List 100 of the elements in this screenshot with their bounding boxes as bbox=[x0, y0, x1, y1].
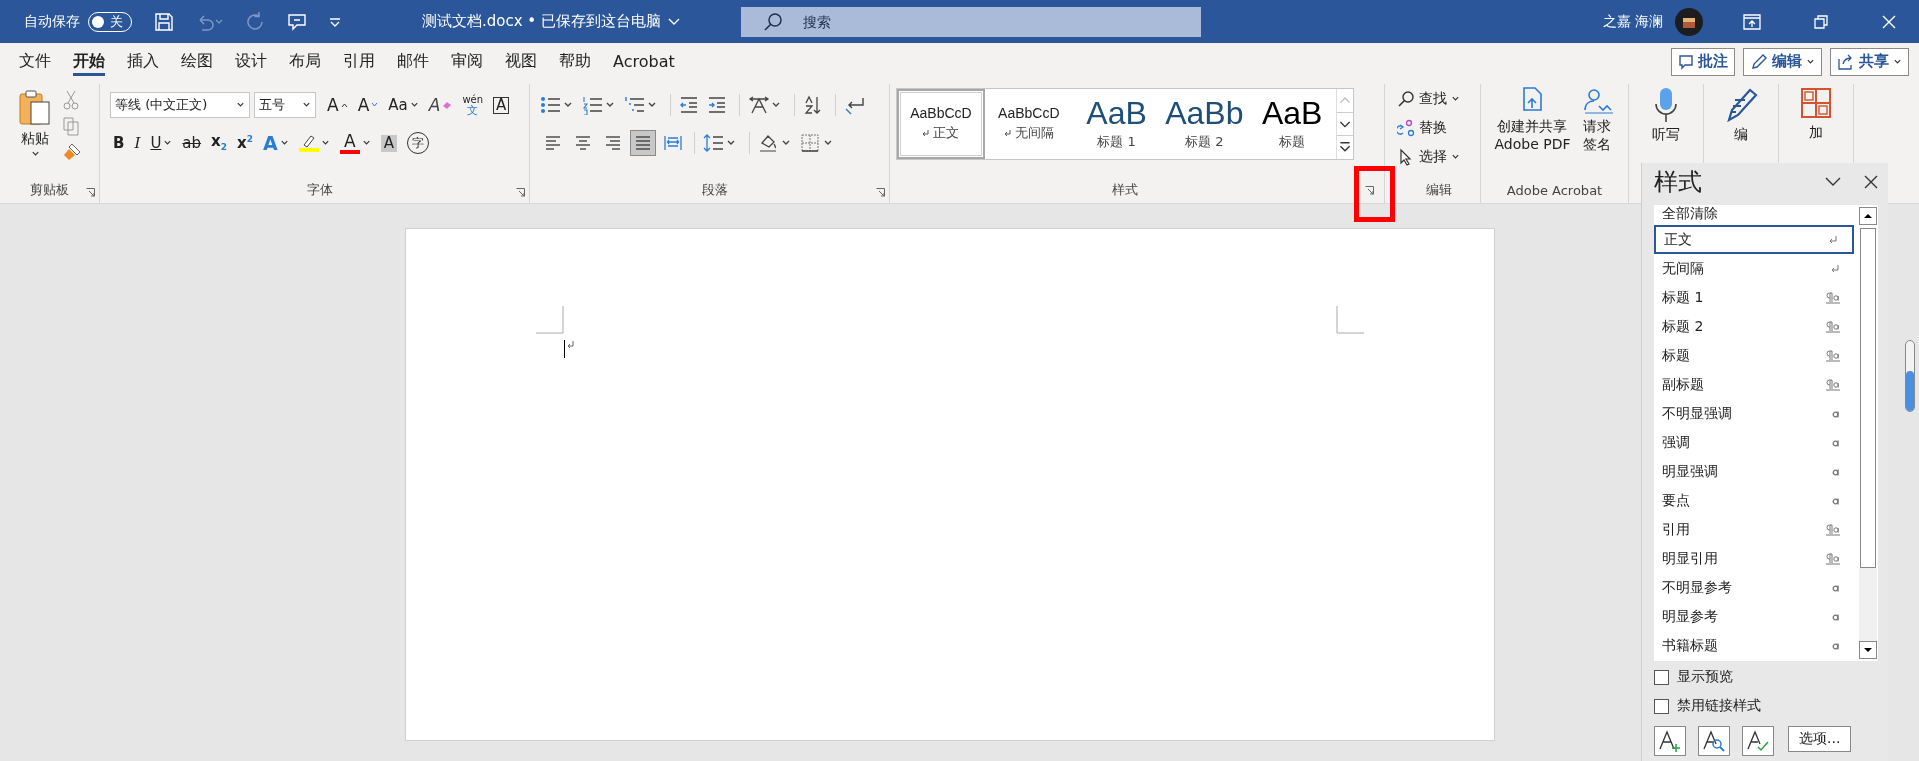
sign-button[interactable]: 请求签名 bbox=[1580, 86, 1615, 153]
bullet-list-icon[interactable] bbox=[540, 95, 574, 115]
menu-tab[interactable]: 设计 bbox=[224, 43, 278, 80]
search-input[interactable]: 搜索 bbox=[801, 12, 1105, 31]
font-name-dropdown[interactable]: 等线 (中文正文) bbox=[110, 92, 250, 118]
style-tile[interactable]: AaB 标题 bbox=[1248, 89, 1336, 159]
decrease-indent-icon[interactable] bbox=[679, 95, 699, 115]
scroll-down-icon[interactable] bbox=[1859, 641, 1877, 659]
sort-icon[interactable] bbox=[803, 95, 823, 115]
search-field[interactable]: 搜索 bbox=[741, 6, 1201, 37]
replace-button[interactable]: 替换 bbox=[1397, 115, 1480, 140]
style-inspector-button[interactable] bbox=[1698, 726, 1730, 756]
strike-button[interactable]: ab bbox=[179, 129, 205, 157]
menu-tab[interactable]: 插入 bbox=[116, 43, 170, 80]
style-list-item[interactable]: 副标题 bbox=[1654, 370, 1854, 399]
find-button[interactable]: 查找 bbox=[1397, 86, 1480, 111]
shading-button[interactable]: A bbox=[377, 129, 400, 157]
style-tile[interactable]: AaBbCcD 正文 bbox=[897, 89, 985, 159]
style-list-item[interactable]: 明显参考 bbox=[1654, 602, 1854, 631]
menu-tab[interactable]: 帮助 bbox=[548, 43, 602, 80]
format-painter-icon[interactable] bbox=[62, 142, 82, 162]
grow-button[interactable]: A bbox=[324, 91, 351, 119]
editor-button[interactable]: 编 bbox=[1723, 86, 1759, 144]
comment-button[interactable]: 批注 bbox=[1671, 47, 1735, 76]
scrollbar-thumb[interactable] bbox=[1860, 228, 1876, 568]
style-list-item[interactable]: 不明显参考 bbox=[1654, 573, 1854, 602]
edit-button[interactable]: 编辑 bbox=[1743, 47, 1822, 76]
show-preview-checkbox[interactable]: 显示预览 bbox=[1654, 663, 1878, 691]
share-button[interactable]: 共享 bbox=[1830, 47, 1909, 76]
menu-tab[interactable]: 邮件 bbox=[386, 43, 440, 80]
paste-button[interactable]: 粘贴 bbox=[18, 88, 52, 177]
color-button[interactable]: A bbox=[336, 129, 374, 157]
text-direction-icon[interactable] bbox=[748, 95, 782, 115]
numbered-list-icon[interactable] bbox=[582, 95, 616, 115]
style-list-item[interactable]: 标题 2 bbox=[1654, 312, 1854, 341]
dialog-launcher-icon[interactable] bbox=[516, 188, 525, 197]
options-button[interactable]: 选项... bbox=[1788, 726, 1852, 752]
shrink-button[interactable]: A bbox=[354, 91, 382, 119]
line-spacing-icon[interactable] bbox=[703, 133, 737, 153]
border-button[interactable]: A bbox=[490, 91, 513, 119]
superscript-button[interactable]: x$^{2}$ bbox=[234, 129, 256, 157]
font-size-dropdown[interactable]: 五号 bbox=[254, 92, 316, 118]
addins-button[interactable]: 加 bbox=[1799, 86, 1833, 142]
style-list-item[interactable]: 全部清除 bbox=[1654, 205, 1854, 225]
bold-button[interactable]: B bbox=[110, 129, 128, 157]
justify-align-button[interactable] bbox=[630, 130, 656, 156]
subscript-button[interactable]: x$_{2}$ bbox=[208, 129, 231, 157]
user-name[interactable]: 之嘉 海澜 bbox=[1602, 12, 1663, 31]
show-marks-icon[interactable] bbox=[844, 95, 866, 115]
effects-button[interactable]: A bbox=[260, 129, 292, 157]
menu-tab[interactable]: 视图 bbox=[494, 43, 548, 80]
new-style-button[interactable] bbox=[1654, 726, 1686, 756]
disable-linked-styles-checkbox[interactable]: 禁用链接样式 bbox=[1654, 692, 1878, 720]
increase-indent-icon[interactable] bbox=[707, 95, 727, 115]
style-list-item[interactable]: 明显引用 bbox=[1654, 544, 1854, 573]
style-list-item[interactable]: 标题 bbox=[1654, 341, 1854, 370]
style-list-item[interactable]: 引用 bbox=[1654, 515, 1854, 544]
dialog-launcher-icon[interactable] bbox=[876, 188, 885, 197]
redo-icon[interactable] bbox=[244, 10, 266, 33]
underline-button[interactable]: U bbox=[147, 129, 176, 157]
case-button[interactable]: Aa bbox=[385, 91, 422, 119]
ribbon-display-icon[interactable] bbox=[1743, 13, 1761, 30]
clear-button[interactable]: A bbox=[425, 91, 456, 119]
manage-styles-button[interactable] bbox=[1742, 726, 1774, 756]
phonetic-button[interactable]: wén 文 bbox=[459, 91, 487, 119]
style-tile[interactable]: AaBb 标题 2 bbox=[1160, 89, 1249, 159]
cut-icon[interactable] bbox=[62, 90, 80, 110]
style-list-item[interactable]: 不明显强调 bbox=[1654, 399, 1854, 428]
style-list-item[interactable]: 要点 bbox=[1654, 486, 1854, 515]
menu-tab[interactable]: 引用 bbox=[332, 43, 386, 80]
style-tile[interactable]: AaB 标题 1 bbox=[1072, 89, 1161, 159]
dictate-button[interactable]: 听写 bbox=[1652, 86, 1680, 144]
style-list-item[interactable]: 明显强调 bbox=[1654, 457, 1854, 486]
style-list-item[interactable]: 书籍标题 bbox=[1654, 631, 1854, 660]
select-button[interactable]: 选择 bbox=[1397, 144, 1480, 169]
pane-options-icon[interactable] bbox=[1824, 176, 1842, 188]
menu-tab[interactable]: Acrobat bbox=[602, 43, 686, 80]
avatar-icon[interactable] bbox=[1675, 7, 1703, 36]
restore-icon[interactable] bbox=[1813, 13, 1829, 30]
caret-icon[interactable] bbox=[667, 16, 681, 27]
style-tile[interactable]: AaBbCcD 无间隔 bbox=[984, 89, 1073, 159]
document-title[interactable]: 测试文档.docx • 已保存到这台电脑 bbox=[422, 12, 661, 31]
style-list-item[interactable]: 强调 bbox=[1654, 428, 1854, 457]
close-icon[interactable] bbox=[1864, 175, 1878, 189]
scroll-up-icon[interactable] bbox=[1859, 207, 1877, 225]
scrollbar-thumb[interactable] bbox=[1905, 340, 1915, 412]
menu-tab[interactable]: 绘图 bbox=[170, 43, 224, 80]
shading-icon[interactable] bbox=[758, 133, 792, 153]
borders-icon[interactable] bbox=[800, 133, 834, 153]
save-icon[interactable] bbox=[154, 11, 174, 32]
menu-tab[interactable]: 审阅 bbox=[440, 43, 494, 80]
dialog-launcher-icon[interactable] bbox=[86, 188, 95, 197]
style-list-item[interactable]: 无间隔 bbox=[1654, 254, 1854, 283]
italic-button[interactable]: I bbox=[131, 129, 144, 157]
multilevel-list-icon[interactable] bbox=[624, 95, 658, 115]
menu-tab[interactable]: 布局 bbox=[278, 43, 332, 80]
menu-tab[interactable]: 文件 bbox=[8, 43, 62, 80]
style-list-item[interactable]: 标题 1 bbox=[1654, 283, 1854, 312]
style-list-item[interactable]: 正文 bbox=[1654, 225, 1854, 254]
menu-tab[interactable]: 开始 bbox=[62, 43, 116, 80]
